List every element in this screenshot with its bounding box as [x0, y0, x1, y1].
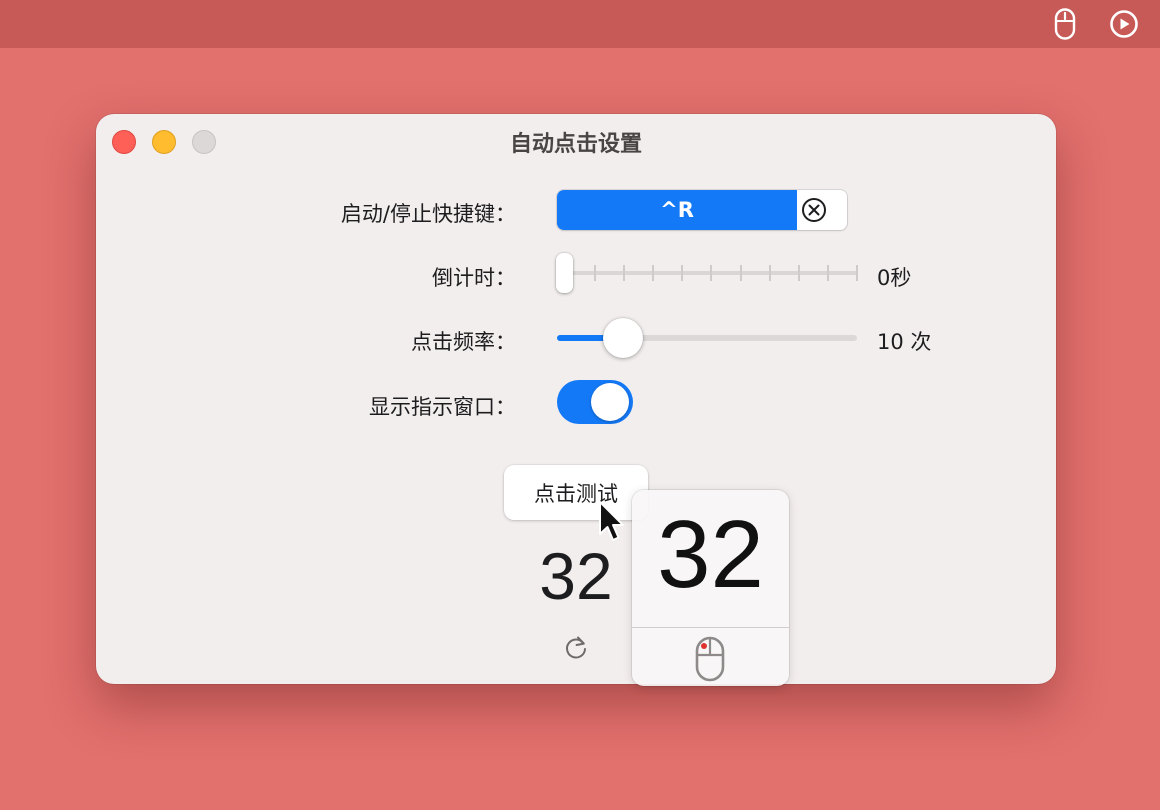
click-indicator-window: 32	[632, 490, 789, 686]
mouse-left-click-icon	[690, 634, 730, 684]
shortcut-label: 启动/停止快捷键：	[340, 202, 516, 226]
frequency-label: 点击频率：	[411, 330, 516, 354]
shortcut-value[interactable]: ^R	[557, 190, 797, 230]
countdown-tick	[739, 265, 742, 281]
frequency-value: 10 次	[877, 330, 932, 354]
frequency-slider-thumb[interactable]	[603, 318, 643, 358]
mouse-icon[interactable]	[1049, 8, 1081, 40]
menu-bar	[0, 0, 1160, 48]
countdown-value: 0秒	[877, 266, 912, 290]
indicator-toggle[interactable]	[557, 380, 633, 424]
window-title: 自动点击设置	[509, 132, 642, 157]
countdown-tick	[594, 265, 596, 281]
shortcut-recorder[interactable]: ^R	[557, 190, 847, 230]
countdown-tick	[797, 265, 800, 281]
indicator-divider	[632, 627, 789, 628]
refresh-icon[interactable]	[561, 633, 591, 663]
circle-x-icon[interactable]	[801, 197, 827, 223]
countdown-tick	[623, 265, 626, 281]
countdown-tick	[681, 265, 684, 281]
countdown-tick	[710, 265, 713, 281]
countdown-tick	[856, 265, 858, 281]
click-count: 32	[539, 539, 613, 613]
countdown-tick	[768, 265, 771, 281]
indicator-label: 显示指示窗口：	[369, 395, 516, 419]
toggle-knob	[591, 383, 629, 421]
countdown-tick	[652, 265, 655, 281]
mouse-pointer-icon	[598, 500, 628, 546]
countdown-label: 倒计时：	[432, 266, 516, 290]
countdown-slider-track[interactable]	[557, 271, 857, 275]
settings-window: 自动点击设置 启动/停止快捷键： ^R 倒计时： 0秒 点击频率： 10 次 显…	[96, 114, 1056, 684]
play-circle-icon[interactable]	[1108, 8, 1140, 40]
countdown-tick	[826, 265, 829, 281]
countdown-slider-thumb[interactable]	[556, 253, 573, 293]
indicator-count: 32	[657, 501, 764, 608]
